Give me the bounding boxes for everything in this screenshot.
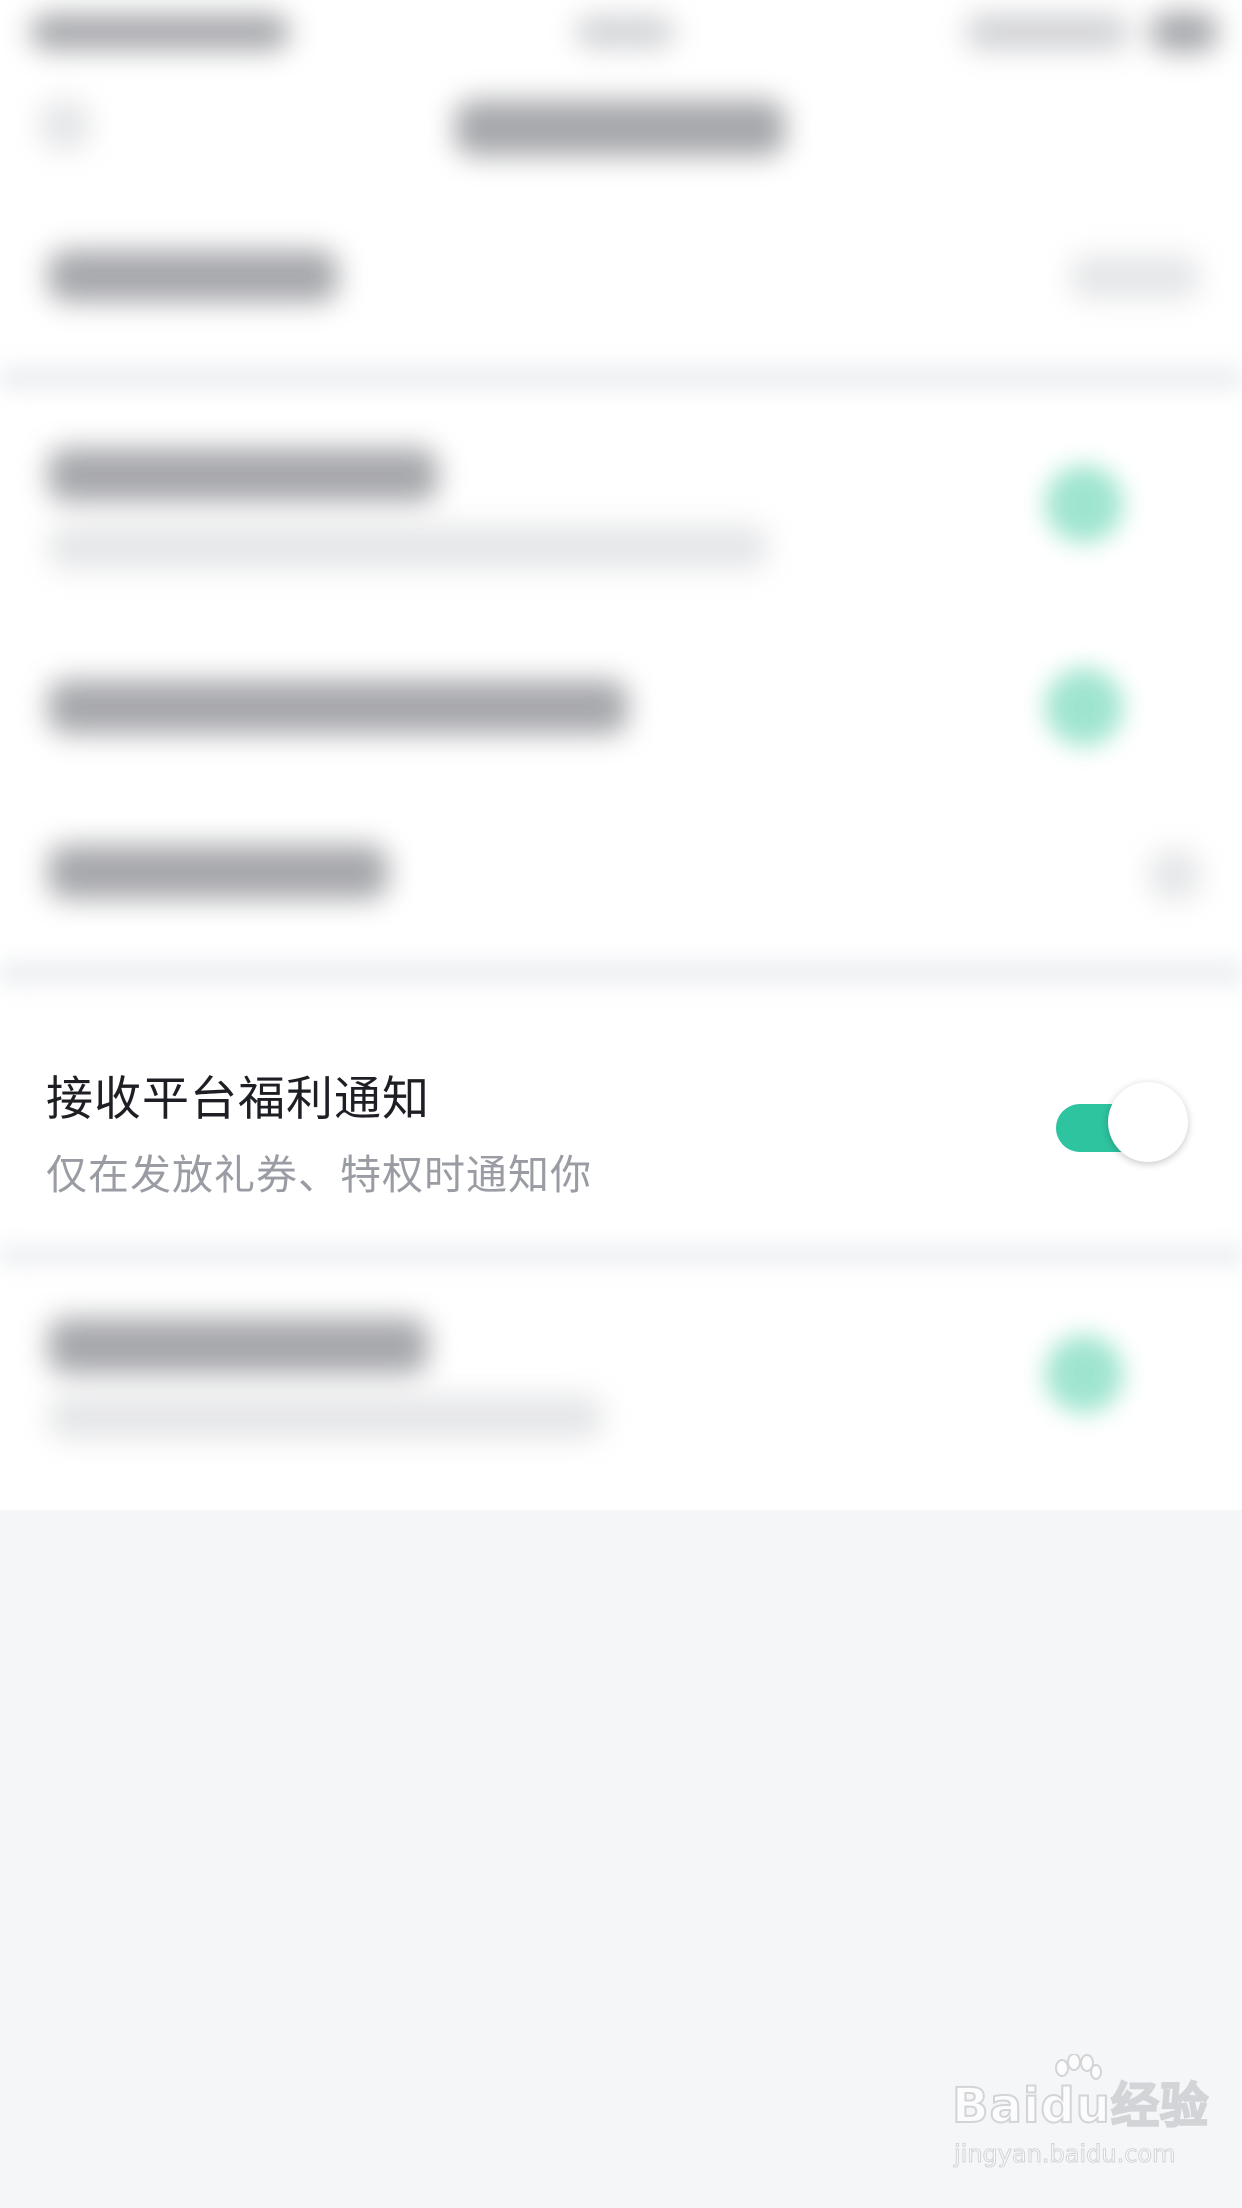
battery-icon	[1150, 12, 1218, 52]
status-bar-left	[30, 14, 290, 50]
row-3-toggle[interactable]	[1045, 668, 1123, 746]
row-4-title	[48, 845, 388, 899]
back-arrow-icon[interactable]	[40, 100, 90, 150]
status-bar-center	[575, 16, 675, 48]
nav-title	[455, 100, 785, 156]
status-bar-right	[965, 14, 1130, 50]
platform-welfare-notification-row: 接收平台福利通知 仅在发放礼券、特权时通知你	[0, 1030, 1242, 1226]
row-4-arrow[interactable]	[1150, 850, 1200, 900]
row-2-title	[48, 448, 438, 502]
watermark-logo: Baidu经验	[951, 2077, 1209, 2135]
section-divider	[0, 960, 1242, 986]
row-3-title	[48, 680, 628, 734]
section-divider	[0, 1240, 1242, 1266]
row-2-subtitle	[48, 525, 768, 569]
row-6-title	[48, 1318, 428, 1374]
row-1-value	[1070, 255, 1200, 299]
row-6-toggle[interactable]	[1045, 1335, 1123, 1413]
baidu-jingyan-watermark: Baidu经验 jingyan.baidu.com	[951, 2054, 1209, 2186]
setting-title: 接收平台福利通知	[46, 1072, 430, 1127]
section-divider	[0, 365, 1242, 391]
settings-card-background	[0, 0, 1242, 1510]
notification-toggle[interactable]	[1054, 1082, 1190, 1162]
row-6-subtitle	[48, 1395, 603, 1439]
watermark-url: jingyan.baidu.com	[953, 2140, 1176, 2169]
setting-subtitle: 仅在发放礼券、特权时通知你	[46, 1151, 592, 1199]
row-2-toggle[interactable]	[1045, 465, 1123, 543]
row-1-title	[48, 250, 338, 302]
toggle-knob[interactable]	[1108, 1082, 1188, 1162]
